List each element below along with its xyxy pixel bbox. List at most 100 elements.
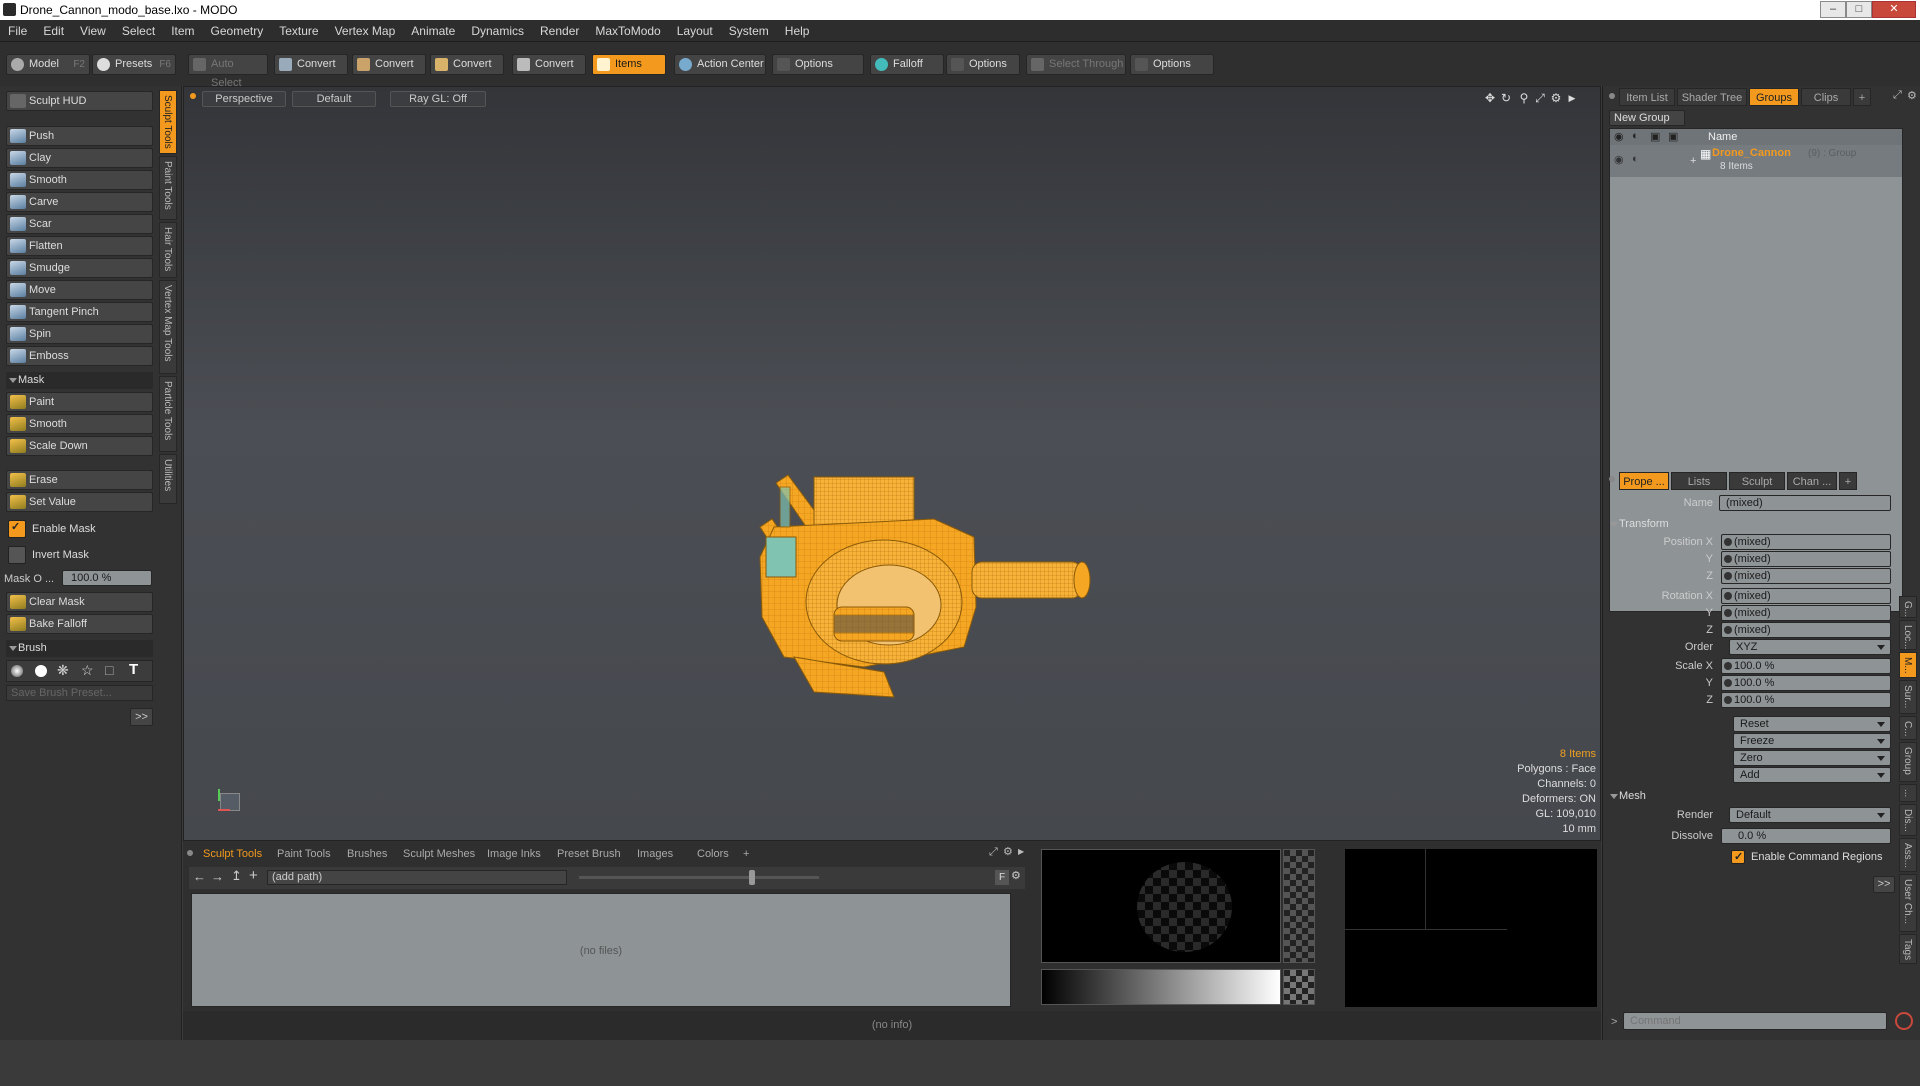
mask-smooth-button[interactable]: Smooth bbox=[6, 414, 153, 434]
menu-maxtomodo[interactable]: MaxToModo bbox=[587, 20, 668, 42]
keyframe-dot-icon[interactable] bbox=[1724, 696, 1732, 704]
menu-item[interactable]: Item bbox=[163, 20, 202, 42]
side-tab-user-channels[interactable]: User Ch... bbox=[1899, 874, 1917, 932]
select-through-options-button[interactable]: Options bbox=[1130, 54, 1214, 75]
select-through-button[interactable]: Select Through bbox=[1026, 54, 1126, 75]
keyframe-dot-icon[interactable] bbox=[1724, 679, 1732, 687]
invert-mask-checkbox[interactable] bbox=[8, 546, 26, 564]
btab-colors[interactable]: Colors bbox=[697, 846, 729, 862]
tool-emboss[interactable]: Emboss bbox=[6, 346, 153, 366]
tool-spin[interactable]: Spin bbox=[6, 324, 153, 344]
row-eye-icon[interactable]: ◉ bbox=[1614, 153, 1624, 166]
side-tab-surface[interactable]: Sur... bbox=[1899, 680, 1917, 714]
rotate-icon[interactable]: ↻ bbox=[1500, 92, 1512, 104]
scale-z-field[interactable]: 100.0 % bbox=[1721, 692, 1891, 708]
bottom-settings-icon[interactable]: ⚙ bbox=[1003, 845, 1013, 858]
tab-properties[interactable]: Prope ... bbox=[1619, 472, 1669, 490]
enable-mask-checkbox[interactable] bbox=[8, 520, 26, 538]
position-y-field[interactable]: (mixed) bbox=[1721, 551, 1891, 567]
viewport-perspective-tab[interactable]: Perspective bbox=[202, 91, 286, 107]
viewport-menu-icon[interactable]: ▶ bbox=[1566, 92, 1578, 104]
mask-opacity-field[interactable]: 100.0 % bbox=[62, 570, 152, 586]
enable-command-regions-checkbox[interactable] bbox=[1731, 850, 1745, 864]
fit-icon[interactable]: ⤢ bbox=[1534, 92, 1546, 104]
vtab-particle-tools[interactable]: Particle Tools bbox=[159, 376, 177, 452]
menu-render[interactable]: Render bbox=[532, 20, 587, 42]
menu-help[interactable]: Help bbox=[777, 20, 818, 42]
tool-clay[interactable]: Clay bbox=[6, 148, 153, 168]
convert-items-button[interactable]: Convert bbox=[512, 54, 586, 75]
vtab-hair-tools[interactable]: Hair Tools bbox=[159, 222, 177, 278]
position-z-field[interactable]: (mixed) bbox=[1721, 568, 1891, 584]
menu-animate[interactable]: Animate bbox=[403, 20, 463, 42]
star-brush-icon[interactable]: ☆ bbox=[81, 662, 94, 679]
order-select[interactable]: XYZ bbox=[1729, 639, 1891, 655]
mask-section-header[interactable]: Mask bbox=[6, 372, 153, 389]
side-tab-more[interactable]: ... bbox=[1899, 784, 1917, 802]
thumb-size-slider[interactable] bbox=[579, 876, 819, 879]
side-tab-m[interactable]: M... bbox=[1899, 652, 1917, 678]
brush-section-header[interactable]: Brush bbox=[6, 640, 153, 657]
mask-paint-button[interactable]: Paint bbox=[6, 392, 153, 412]
model-button[interactable]: Model F2 bbox=[6, 54, 90, 75]
soft-brush-icon[interactable] bbox=[11, 665, 23, 677]
tool-carve[interactable]: Carve bbox=[6, 192, 153, 212]
keyframe-dot-icon[interactable] bbox=[1724, 538, 1732, 546]
convert-polygons-button[interactable]: Convert bbox=[430, 54, 504, 75]
file-browser-area[interactable]: (no files) bbox=[191, 893, 1011, 1007]
tab-lists[interactable]: Lists bbox=[1671, 472, 1727, 490]
vtab-utilities[interactable]: Utilities bbox=[159, 454, 177, 504]
action-center-options-button[interactable]: Options bbox=[772, 54, 864, 75]
reset-select[interactable]: Reset bbox=[1733, 716, 1891, 732]
tool-tangent-pinch[interactable]: Tangent Pinch bbox=[6, 302, 153, 322]
render-select[interactable]: Default bbox=[1729, 807, 1891, 823]
keyframe-dot-icon[interactable] bbox=[1724, 626, 1732, 634]
mesh-section-header[interactable]: Mesh bbox=[1607, 788, 1897, 805]
presets-button[interactable]: Presets F6 bbox=[92, 54, 176, 75]
save-brush-preset-field[interactable]: Save Brush Preset... bbox=[6, 685, 153, 701]
splat-brush-icon[interactable]: ❋ bbox=[57, 662, 69, 679]
btab-preset-brush[interactable]: Preset Brush bbox=[557, 846, 621, 862]
items-mode-button[interactable]: Items bbox=[592, 54, 666, 75]
menu-edit[interactable]: Edit bbox=[35, 20, 72, 42]
side-tab-display[interactable]: Dis... bbox=[1899, 804, 1917, 836]
command-input[interactable] bbox=[1623, 1012, 1887, 1030]
falloff-button[interactable]: Falloff bbox=[870, 54, 944, 75]
tab-add[interactable]: + bbox=[1853, 88, 1871, 106]
tool-scar[interactable]: Scar bbox=[6, 214, 153, 234]
zero-select[interactable]: Zero bbox=[1733, 750, 1891, 766]
convert-edges-button[interactable]: Convert bbox=[352, 54, 426, 75]
close-button[interactable]: ✕ bbox=[1872, 1, 1916, 18]
menu-system[interactable]: System bbox=[721, 20, 777, 42]
props-more-button[interactable]: >> bbox=[1873, 876, 1895, 893]
filter-button[interactable]: F bbox=[995, 870, 1009, 885]
btab-sculpt-meshes[interactable]: Sculpt Meshes bbox=[403, 846, 475, 862]
position-x-field[interactable]: (mixed) bbox=[1721, 534, 1891, 550]
viewport-raygl-tab[interactable]: Ray GL: Off bbox=[390, 91, 486, 107]
keyframe-dot-icon[interactable] bbox=[1724, 555, 1732, 563]
mask-scale-down-button[interactable]: Scale Down bbox=[6, 436, 153, 456]
side-tab-assembly[interactable]: Ass... bbox=[1899, 838, 1917, 872]
add-select[interactable]: Add bbox=[1733, 767, 1891, 783]
parent-folder-icon[interactable]: ↥ bbox=[231, 868, 242, 884]
back-arrow-icon[interactable]: ← bbox=[193, 869, 206, 884]
btab-sculpt-tools[interactable]: Sculpt Tools bbox=[203, 846, 262, 862]
new-group-button[interactable]: New Group bbox=[1609, 110, 1685, 126]
viewport-shading-tab[interactable]: Default bbox=[292, 91, 376, 107]
tab-item-list[interactable]: Item List bbox=[1619, 88, 1675, 106]
tab-sculpt[interactable]: Sculpt bbox=[1729, 472, 1785, 490]
tab-channels[interactable]: Chan ... bbox=[1787, 472, 1837, 490]
vtab-sculpt-tools[interactable]: Sculpt Tools bbox=[159, 90, 177, 154]
menu-vertex-map[interactable]: Vertex Map bbox=[327, 20, 404, 42]
zoom-icon[interactable]: ⚲ bbox=[1518, 92, 1530, 104]
text-brush-icon[interactable]: T bbox=[129, 661, 138, 678]
groups-settings-icon[interactable]: ⚙ bbox=[1907, 89, 1917, 102]
falloff-options-button[interactable]: Options bbox=[946, 54, 1020, 75]
vtab-vertex-map-tools[interactable]: Vertex Map Tools bbox=[159, 280, 177, 374]
rotation-z-field[interactable]: (mixed) bbox=[1721, 622, 1891, 638]
forward-arrow-icon[interactable]: → bbox=[211, 869, 224, 884]
tool-move[interactable]: Move bbox=[6, 280, 153, 300]
action-center-button[interactable]: Action Center bbox=[674, 54, 766, 75]
expand-plus-icon[interactable]: + bbox=[1690, 155, 1696, 167]
tab-groups[interactable]: Groups bbox=[1749, 88, 1799, 106]
